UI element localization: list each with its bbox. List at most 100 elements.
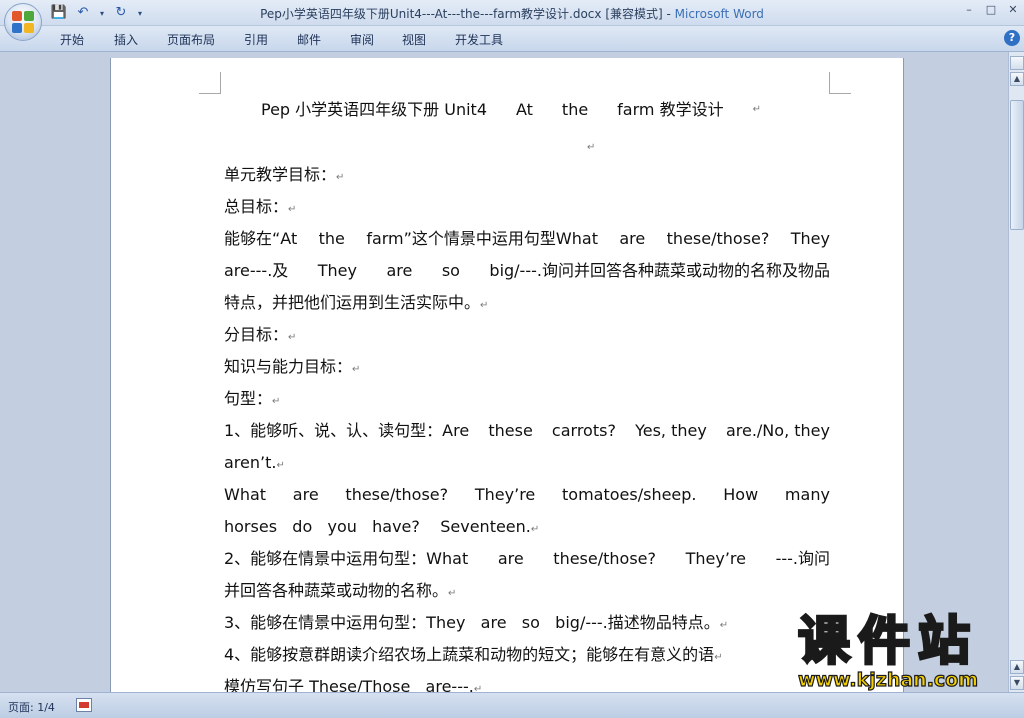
close-button[interactable]: ✕ (1006, 3, 1020, 16)
text-word: these/those? (666, 229, 770, 248)
paragraph-mark: ↵ (473, 684, 483, 692)
text-word: are (386, 261, 413, 280)
text-word: so (441, 261, 460, 280)
ribbon-tabs: 开始 插入 页面布局 引用 邮件 审阅 视图 开发工具 ? (0, 26, 1024, 52)
text-content: 知识与能力目标： (224, 357, 353, 376)
tab-view[interactable]: 视图 (402, 31, 426, 48)
minimize-button[interactable]: – (962, 3, 976, 16)
document-page[interactable]: Pep 小学英语四年级下册 Unit4 At the farm 教学设计 ↵ ↵ … (110, 58, 904, 692)
paragraph-mark: ↵ (530, 524, 540, 535)
text-word: are (619, 229, 646, 248)
text-content: aren’t. (224, 453, 277, 472)
document-title: Pep 小学英语四年级下册 Unit4 At the farm 教学设计 ↵ (261, 99, 761, 121)
watermark: 课件站 www.kjzhan.com (770, 613, 1006, 694)
watermark-url: www.kjzhan.com (797, 669, 979, 691)
text-word: carrots? (551, 421, 616, 440)
paragraph-mark: ↵ (714, 652, 723, 663)
paragraph-mark: ↵ (752, 104, 761, 115)
tab-references[interactable]: 引用 (244, 31, 268, 48)
text-word: How (723, 485, 759, 504)
text-content: 总目标： (224, 197, 289, 216)
text-word: ---.询问 (775, 549, 830, 568)
paragraph-mark: ↵ (448, 588, 457, 599)
text-line: 能够在“At the farm”这个情景中运用句型What are these/thos… (224, 228, 830, 250)
text-word: these/those? (345, 485, 449, 504)
text-content: 单元教学目标： (224, 165, 337, 184)
paragraph-mark: ↵ (480, 300, 489, 311)
text-word: are./No, they (725, 421, 830, 440)
paragraph-mark: ↵ (288, 204, 297, 215)
text-word: They (790, 229, 830, 248)
paragraph-mark: ↵ (272, 396, 281, 407)
tab-page-layout[interactable]: 页面布局 (167, 31, 215, 48)
scroll-thumb[interactable] (1010, 100, 1024, 230)
title-word: farm 教学设计 (617, 100, 724, 119)
text-line: aren’t.↵ (224, 452, 830, 474)
text-line: 分目标：↵ (224, 324, 830, 346)
window-title: Pep小学英语四年级下册Unit4---At---the---farm教学设计.… (0, 5, 1024, 22)
tab-home[interactable]: 开始 (60, 31, 84, 48)
text-word: 2、能够在情景中运用句型：What (224, 549, 469, 568)
text-line: 知识与能力目标：↵ (224, 356, 830, 378)
tab-developer[interactable]: 开发工具 (455, 31, 503, 48)
text-line: horses do you have? Seventeen.↵ (224, 516, 830, 538)
text-line: 句型：↵ (224, 388, 830, 410)
text-word: 能够在“At (224, 229, 298, 248)
tab-mailings[interactable]: 邮件 (297, 31, 321, 48)
text-line: 1、能够听、说、认、读句型：Are these carrots? Yes, they a… (224, 420, 830, 442)
text-line: 总目标：↵ (224, 196, 830, 218)
text-content: 特点，并把他们运用到生活实际中。 (224, 293, 481, 312)
empty-paragraph: ↵ (587, 134, 607, 156)
paragraph-mark: ↵ (587, 142, 596, 153)
text-word: What (224, 485, 267, 504)
title-bar: 💾 ↶ ▾ ↻ ▾ Pep小学英语四年级下册Unit4---At---the--… (0, 0, 1024, 26)
crop-mark-top-left (199, 72, 221, 94)
tab-review[interactable]: 审阅 (350, 31, 374, 48)
text-line: 3、能够在情景中运用句型：They are so big/---.描述物品特点。… (224, 612, 830, 634)
text-word: these/those? (553, 549, 656, 568)
text-word: farm”这个情景中运用句型What (366, 229, 598, 248)
title-word: the (561, 100, 589, 119)
ruler-toggle-icon[interactable] (1010, 56, 1024, 70)
restore-button[interactable]: □ (984, 3, 998, 16)
document-name: Pep小学英语四年级下册Unit4---At---the---farm教学设计.… (260, 7, 675, 21)
text-word: these (488, 421, 533, 440)
text-line: 并回答各种蔬菜或动物的名称。↵ (224, 580, 830, 602)
text-content: 模仿写句子 These/Those are---. (224, 677, 474, 692)
paragraph-mark: ↵ (719, 620, 729, 631)
paragraph-mark: ↵ (276, 460, 285, 471)
vertical-scrollbar[interactable]: ▲ ▲ ▼ (1008, 52, 1024, 692)
office-button[interactable] (4, 3, 42, 41)
text-content: 4、能够按意群朗读介绍农场上蔬菜和动物的短文；能够在有意义的语 (224, 645, 715, 664)
text-line: What are these/those? They’re tomatoes/sheep… (224, 484, 830, 506)
text-word: the (318, 229, 345, 248)
text-line: are---.及 They are so big/---.询问并回答各种蔬菜或动物的名称… (224, 260, 830, 282)
text-word: They’re (474, 485, 536, 504)
text-line: 4、能够按意群朗读介绍农场上蔬菜和动物的短文；能够在有意义的语↵ (224, 644, 830, 666)
text-word: are (292, 485, 319, 504)
text-word: are---.及 (224, 261, 289, 280)
office-logo-icon (12, 11, 34, 33)
scroll-up-icon[interactable]: ▲ (1010, 72, 1024, 86)
previous-page-icon[interactable]: ▲ (1010, 660, 1024, 674)
paragraph-mark: ↵ (336, 172, 345, 183)
window-controls: – □ ✕ (962, 3, 1020, 16)
text-word: tomatoes/sheep. (562, 485, 697, 504)
title-word: Pep 小学英语四年级下册 Unit4 (261, 100, 488, 119)
proofing-icon[interactable] (76, 698, 92, 712)
page-indicator[interactable]: 页面: 1/4 (8, 699, 55, 715)
paragraph-mark: ↵ (288, 332, 297, 343)
text-content: horses do you have? Seventeen. (224, 517, 531, 536)
tab-insert[interactable]: 插入 (114, 31, 138, 48)
next-page-icon[interactable]: ▼ (1010, 676, 1024, 690)
help-icon[interactable]: ? (1004, 30, 1020, 46)
paragraph-mark: ↵ (352, 364, 361, 375)
text-word: Yes, they (635, 421, 707, 440)
title-word: At (516, 100, 533, 119)
text-word: many (784, 485, 830, 504)
text-word: are (497, 549, 524, 568)
text-word: big/---.询问并回答各种蔬菜或动物的名称及物品 (489, 261, 830, 280)
document-workspace: Pep 小学英语四年级下册 Unit4 At the farm 教学设计 ↵ ↵ … (0, 52, 1008, 692)
text-line: 特点，并把他们运用到生活实际中。↵ (224, 292, 830, 314)
text-line: 2、能够在情景中运用句型：What are these/those? They’re -… (224, 548, 830, 570)
